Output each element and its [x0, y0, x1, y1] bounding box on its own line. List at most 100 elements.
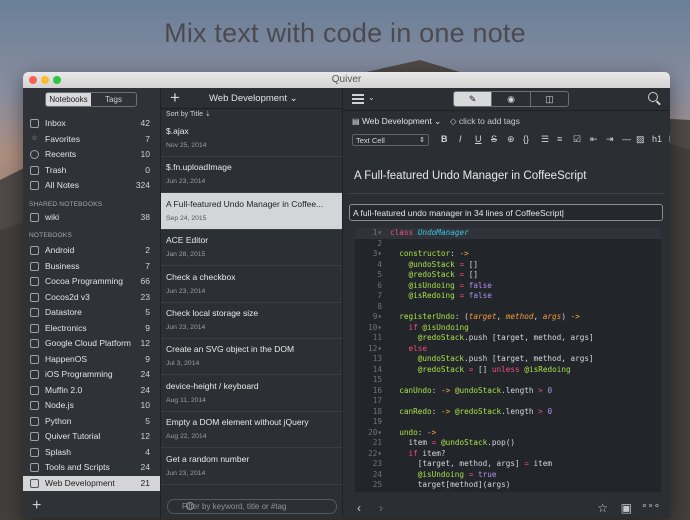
list-item[interactable]: ACE Editor Jan 28, 2015 — [161, 229, 342, 267]
preview-mode-icon[interactable]: ◉ — [491, 92, 529, 106]
tab-tags[interactable]: Tags — [91, 93, 136, 106]
horizontal-rule-icon[interactable]: — — [622, 134, 631, 144]
sidebar-item-count: 4 — [145, 446, 150, 457]
code-icon[interactable]: {} — [523, 134, 529, 144]
minimize-window-button[interactable] — [41, 76, 49, 84]
heading2-button[interactable]: h2 — [669, 134, 670, 144]
strikethrough-button[interactable]: S — [491, 134, 497, 144]
close-window-button[interactable] — [29, 76, 37, 84]
heading1-button[interactable]: h1 — [652, 134, 662, 144]
sidebar-item-trash[interactable]: Trash 0 — [23, 163, 160, 179]
note-date: Sep 24, 2015 — [166, 214, 207, 222]
notebook-icon — [30, 385, 39, 395]
sidebar-item-notebook[interactable]: HappenOS 9 — [23, 352, 160, 368]
sidebar-item-wiki[interactable]: wiki 38 — [23, 210, 160, 226]
notebook-title-dropdown[interactable]: Web Development ⌄ — [209, 93, 298, 104]
sidebar-item-notebook[interactable]: Node.js 10 — [23, 398, 160, 414]
indent-left-icon[interactable]: ⇤ — [590, 134, 598, 145]
sidebar-item-inbox[interactable]: Inbox 42 — [23, 116, 160, 132]
clock-icon — [30, 150, 39, 159]
code-line: 25 target[method](args) — [372, 480, 511, 489]
sidebar-item-all-notes[interactable]: All Notes 324 — [23, 178, 160, 194]
back-arrow-icon[interactable]: ‹ — [357, 501, 361, 515]
shared-notebooks-header: SHARED NOTEBOOKS — [29, 201, 103, 208]
sidebar-item-notebook[interactable]: Electronics 9 — [23, 321, 160, 337]
list-item[interactable]: Check local storage size Jun 23, 2014 — [161, 302, 342, 339]
underline-button[interactable]: U — [475, 134, 482, 144]
note-title[interactable]: A Full-featured Undo Manager in CoffeeSc… — [354, 170, 586, 182]
list-item[interactable]: Check a checkbox Jun 23, 2014 — [161, 266, 342, 303]
split-mode-icon[interactable]: ◫ — [529, 92, 568, 106]
note-title: Create an SVG object in the DOM — [166, 344, 295, 355]
search-icon[interactable] — [648, 92, 658, 102]
checklist-icon[interactable]: ☑ — [573, 134, 581, 145]
notebook-icon — [30, 401, 39, 410]
sidebar-item-notebook[interactable]: Business 7 — [23, 259, 160, 275]
cell-type-select[interactable]: Text Cell ⇕ — [352, 134, 429, 146]
code-line: 16 canUndo: -> @undoStack.length > 0 — [372, 385, 553, 395]
sidebar-item-count: 324 — [135, 180, 150, 190]
forward-arrow-icon[interactable]: › — [379, 501, 383, 515]
list-item[interactable]: $.fn.uploadImage Jun 23, 2014 — [161, 156, 342, 194]
list-item[interactable]: $.ajax Nov 25, 2014 — [161, 120, 342, 157]
bullet-list-icon[interactable]: ☰ — [541, 134, 549, 145]
notebook-selector[interactable]: ▤ Web Development ⌄ — [352, 116, 441, 127]
edit-mode-icon[interactable]: ✎ — [454, 92, 492, 106]
code-line: 13 @undoStack.push [target, method, args… — [372, 354, 594, 363]
sidebar-item-notebook[interactable]: Android 2 — [23, 243, 160, 259]
sidebar-item-count: 24 — [140, 384, 150, 395]
sidebar-item-notebook[interactable]: Python 5 — [23, 414, 160, 430]
add-notebook-button[interactable]: + — [32, 498, 41, 514]
link-icon[interactable]: ⊕ — [507, 134, 515, 145]
tag-icon: ◇ — [450, 116, 457, 126]
sidebar-item-favorites[interactable]: ☆ Favorites 7 — [23, 132, 160, 148]
menu-icon[interactable] — [352, 94, 364, 106]
sidebar-item-label: Business — [45, 260, 80, 271]
text-cell[interactable]: A full-featured undo manager in 34 lines… — [349, 204, 663, 221]
list-item[interactable]: Get a random number Jun 23, 2014 — [161, 448, 342, 485]
sidebar-item-notebook[interactable]: Cocoa Programming 66 — [23, 274, 160, 290]
sidebar-item-label: wiki — [45, 212, 60, 222]
numbered-list-icon[interactable]: ≡ — [557, 134, 562, 144]
sidebar-item-notebook[interactable]: Google Cloud Platform 12 — [23, 336, 160, 352]
star-icon[interactable]: ☆ — [597, 501, 608, 515]
notebook-icon — [30, 292, 39, 302]
text-cursor: | — [561, 208, 564, 218]
sidebar-item-recents[interactable]: Recents 10 — [23, 147, 160, 163]
italic-button[interactable]: I — [459, 134, 462, 144]
bold-button[interactable]: B — [441, 134, 448, 144]
filter-input[interactable]: Filter by keyword, title or #tag — [167, 499, 337, 514]
sidebar-item-notebook[interactable]: Datastore 5 — [23, 305, 160, 321]
sidebar-item-notebook[interactable]: Cocos2d v3 23 — [23, 290, 160, 306]
note-title: $.ajax — [166, 126, 189, 136]
sidebar-item-notebook[interactable]: iOS Programming 24 — [23, 367, 160, 383]
list-item[interactable]: A Full-featured Undo Manager in Coffee..… — [161, 192, 342, 230]
code-line: 7 @isRedoing = false — [377, 291, 492, 300]
indent-right-icon[interactable]: ⇥ — [606, 134, 614, 145]
sidebar-item-notebook[interactable]: Muffin 2.0 24 — [23, 383, 160, 399]
tab-notebooks[interactable]: Notebooks — [46, 93, 91, 106]
new-note-button[interactable]: + — [170, 89, 180, 107]
list-item[interactable]: Empty a DOM element without jQuery Aug 22… — [161, 411, 342, 449]
sidebar-item-notebook[interactable]: Tools and Scripts 24 — [23, 460, 160, 476]
presentation-icon[interactable]: ▣ — [621, 501, 632, 515]
sidebar-item-count: 42 — [140, 118, 150, 128]
sort-button[interactable]: Sort by Title ⇣ — [161, 109, 342, 120]
sidebar-item-notebook[interactable]: Quiver Tutorial 12 — [23, 429, 160, 445]
list-item[interactable]: Create an SVG object in the DOM Jul 3, 20… — [161, 338, 342, 376]
sidebar-item-notebook[interactable]: Web Development 21 — [23, 475, 160, 491]
list-item[interactable]: device-height / keyboard Aug 11, 2014 — [161, 375, 342, 412]
tags-field[interactable]: ◇ click to add tags — [450, 116, 520, 127]
note-title: A Full-featured Undo Manager in Coffee..… — [166, 198, 324, 209]
zoom-window-button[interactable] — [53, 76, 61, 84]
notebook-icon — [30, 370, 39, 379]
window-title: Quiver — [331, 74, 362, 85]
sidebar-item-label: Inbox — [45, 118, 66, 128]
note-date: Jun 23, 2014 — [166, 324, 206, 331]
code-line: 18 canRedo: -> @redoStack.length > 0 — [372, 406, 553, 416]
sidebar-item-notebook[interactable]: Splash 4 — [23, 445, 160, 461]
image-icon[interactable]: ▨ — [636, 134, 645, 145]
code-cell[interactable]: 1▾ class UndoManager 2 3▾ constructor: ->… — [355, 228, 661, 492]
more-icon[interactable]: ∘∘∘ — [641, 501, 660, 512]
code-line: 24 @isUndoing = true — [372, 469, 497, 479]
